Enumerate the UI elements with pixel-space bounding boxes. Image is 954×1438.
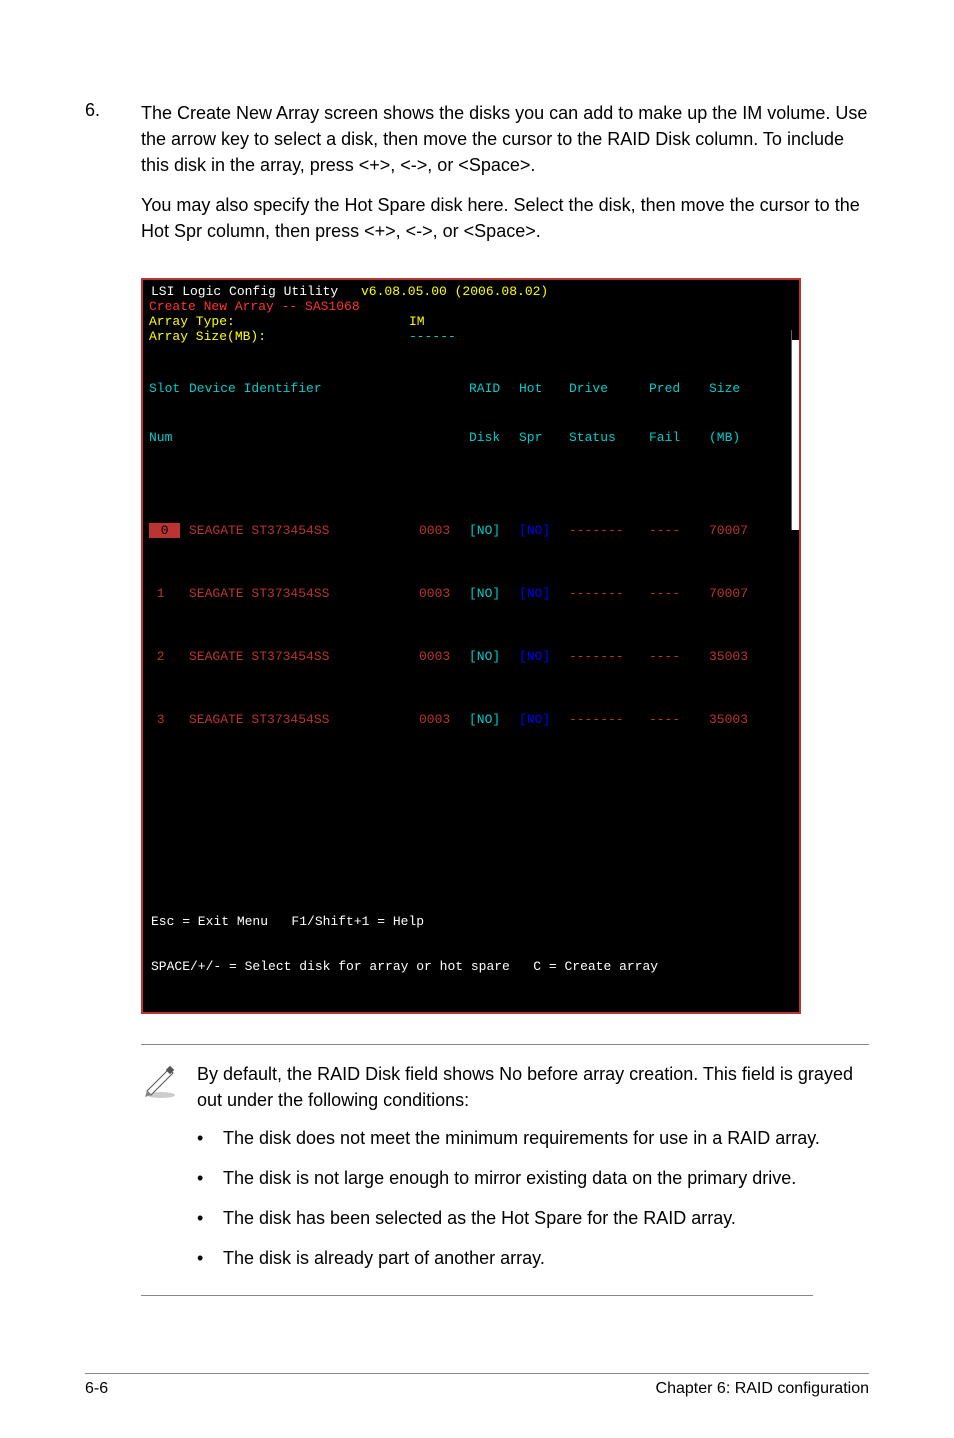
slot-cell: 1 [149,585,189,603]
size-cell: 70007 [709,585,769,603]
device-table-headers: Slot Device Identifier RAID Hot Drive Pr… [149,350,793,476]
array-type-value: IM [409,314,425,329]
list-item: •The disk has been selected as the Hot S… [197,1205,869,1231]
raid-disk-cell: [NO] [469,711,519,729]
bios-subtitle: Create New Array -- SAS1068 [149,299,793,314]
footer-right: Chapter 6: RAID configuration [656,1380,869,1398]
device-identifier: SEAGATE ST373454SS [189,585,419,603]
table-row: 1 SEAGATE ST373454SS 0003 [NO] [NO] ----… [149,585,793,603]
drive-status-cell: ------- [569,585,649,603]
array-size-row: Array Size(MB): ------ [149,329,793,344]
note-intro: By default, the RAID Disk field shows No… [197,1061,869,1113]
raid-disk-cell: [NO] [469,648,519,666]
drive-status-cell: ------- [569,711,649,729]
hot-spr-cell: [NO] [519,648,569,666]
hdr-slot: Slot [149,380,189,398]
list-item: •The disk is already part of another arr… [197,1245,869,1271]
device-id: 0003 [419,711,469,729]
bios-title-bar: LSI Logic Config Utility v6.08.05.00 (20… [149,284,793,299]
array-size-value: ------ [409,329,456,344]
bullet-text: The disk does not meet the minimum requi… [223,1125,820,1151]
hdr-hot2: Spr [519,429,569,447]
array-size-label: Array Size(MB): [149,329,409,344]
bios-title-version: v6.08.05.00 (2006.08.02) [361,284,548,299]
device-id: 0003 [419,648,469,666]
bios-screenshot: LSI Logic Config Utility v6.08.05.00 (20… [141,278,869,1013]
size-cell: 70007 [709,522,769,540]
hdr-raid1: RAID [469,380,519,398]
device-identifier: SEAGATE ST373454SS [189,711,419,729]
note-bottom-rule [141,1295,813,1296]
device-identifier: SEAGATE ST373454SS [189,648,419,666]
bullet-text: The disk is not large enough to mirror e… [223,1165,796,1191]
bullet-text: The disk has been selected as the Hot Sp… [223,1205,736,1231]
hot-spr-cell: [NO] [519,711,569,729]
pred-fail-cell: ---- [649,585,709,603]
note-bullets: •The disk does not meet the minimum requ… [197,1125,869,1271]
pred-fail-cell: ---- [649,522,709,540]
step-body: The Create New Array screen shows the di… [141,100,869,258]
page-footer: 6-6 Chapter 6: RAID configuration [85,1373,869,1398]
table-row: 3 SEAGATE ST373454SS 0003 [NO] [NO] ----… [149,711,793,729]
step-row: 6. The Create New Array screen shows the… [85,100,869,258]
drive-status-cell: ------- [569,648,649,666]
hdr-pred1: Pred [649,380,709,398]
hdr-size2: (MB) [709,429,769,447]
bios-empty-area [149,760,793,880]
hdr-size1: Size [709,380,769,398]
pred-fail-cell: ---- [649,648,709,666]
slot-cell: 3 [149,711,189,729]
device-id: 0003 [419,585,469,603]
device-identifier: SEAGATE ST373454SS [189,522,419,540]
size-cell: 35003 [709,648,769,666]
footer-left: 6-6 [85,1380,108,1398]
note-block: By default, the RAID Disk field shows No… [141,1044,869,1286]
bios-screen: LSI Logic Config Utility v6.08.05.00 (20… [141,278,801,1013]
page: 6. The Create New Array screen shows the… [0,0,954,1438]
table-row: 2 SEAGATE ST373454SS 0003 [NO] [NO] ----… [149,648,793,666]
list-item: •The disk is not large enough to mirror … [197,1165,869,1191]
bios-footer: Esc = Exit Menu F1/Shift+1 = Help SPACE/… [149,882,793,1006]
step-number: 6. [85,100,141,258]
raid-disk-cell: [NO] [469,522,519,540]
hdr-dev: Device Identifier [189,380,419,398]
bios-foot-line2: SPACE/+/- = Select disk for array or hot… [151,959,791,974]
hot-spr-cell: [NO] [519,585,569,603]
size-cell: 35003 [709,711,769,729]
hdr-hot1: Hot [519,380,569,398]
bullet-text: The disk is already part of another arra… [223,1245,545,1271]
device-id: 0003 [419,522,469,540]
hdr-raid2: Disk [469,429,519,447]
hot-spr-cell: [NO] [519,522,569,540]
hdr-pred2: Fail [649,429,709,447]
hdr-num: Num [149,429,189,447]
array-type-label: Array Type: [149,314,409,329]
pred-fail-cell: ---- [649,711,709,729]
raid-disk-cell: [NO] [469,585,519,603]
pencil-icon [141,1061,197,1286]
hdr-drive2: Status [569,429,649,447]
note-body: By default, the RAID Disk field shows No… [197,1061,869,1286]
bios-scrollbar [791,330,799,530]
step-para-1: The Create New Array screen shows the di… [141,100,869,178]
slot-cell: 2 [149,648,189,666]
step-para-2: You may also specify the Hot Spare disk … [141,192,869,244]
array-block: Array Type: IM Array Size(MB): ------ [149,314,793,344]
array-type-row: Array Type: IM [149,314,793,329]
hdr-drive1: Drive [569,380,649,398]
bios-title-left: LSI Logic Config Utility [151,284,338,299]
table-row: 0 SEAGATE ST373454SS 0003 [NO] [NO] ----… [149,522,793,540]
bios-foot-line1: Esc = Exit Menu F1/Shift+1 = Help [151,914,791,929]
device-table-body: 0 SEAGATE ST373454SS 0003 [NO] [NO] ----… [149,477,793,760]
list-item: •The disk does not meet the minimum requ… [197,1125,869,1151]
slot-cell-selected: 0 [149,523,180,538]
drive-status-cell: ------- [569,522,649,540]
